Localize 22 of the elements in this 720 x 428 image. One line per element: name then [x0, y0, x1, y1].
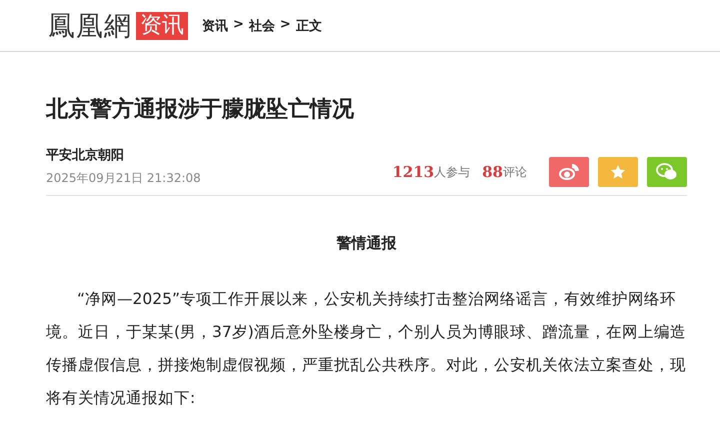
share-button[interactable] — [549, 157, 589, 187]
channel-logo[interactable]: 资讯 — [136, 12, 188, 40]
site-logo[interactable]: 鳳凰網 — [48, 8, 132, 44]
breadcrumb-separator: > — [280, 16, 291, 34]
article-paragraph: “净网—2025”专项工作开展以来，公安机关持续打击整治网络谣言，有效维护网络环境。近日，于某某(男，37岁)酒后意外坠楼身亡，个别人员为博眼球、蹭流量，在网上编造传播虚假信息，拼接炮制虚假视频，严重扰乱公共秩序。对此，公安机关依法立案查处，现将有关情况通报如下: — [46, 289, 687, 409]
breadcrumb-link[interactable]: 社会 — [248, 16, 275, 34]
chat-icon — [656, 163, 678, 181]
share-button[interactable] — [647, 157, 687, 187]
participant-count: 1213 — [392, 163, 434, 181]
breadcrumb-link[interactable]: 正文 — [296, 16, 322, 34]
share-button[interactable] — [598, 157, 638, 187]
comment-count[interactable]: 88 — [482, 163, 503, 181]
weibo-icon — [559, 164, 579, 180]
comment-label[interactable]: 评论 — [503, 164, 527, 180]
article-title: 北京警方通报涉于朦胧坠亡情况 — [46, 96, 355, 124]
publish-date: 2025年09月21日 21:32:08 — [46, 170, 201, 187]
author-name[interactable]: 平安北京朝阳 — [46, 146, 201, 164]
breadcrumb-separator: > — [233, 16, 244, 34]
star-icon — [610, 164, 626, 180]
participant-label: 人参与 — [434, 164, 470, 180]
section-heading: 警情通报 — [336, 234, 398, 253]
breadcrumb-link[interactable]: 资讯 — [202, 16, 228, 34]
